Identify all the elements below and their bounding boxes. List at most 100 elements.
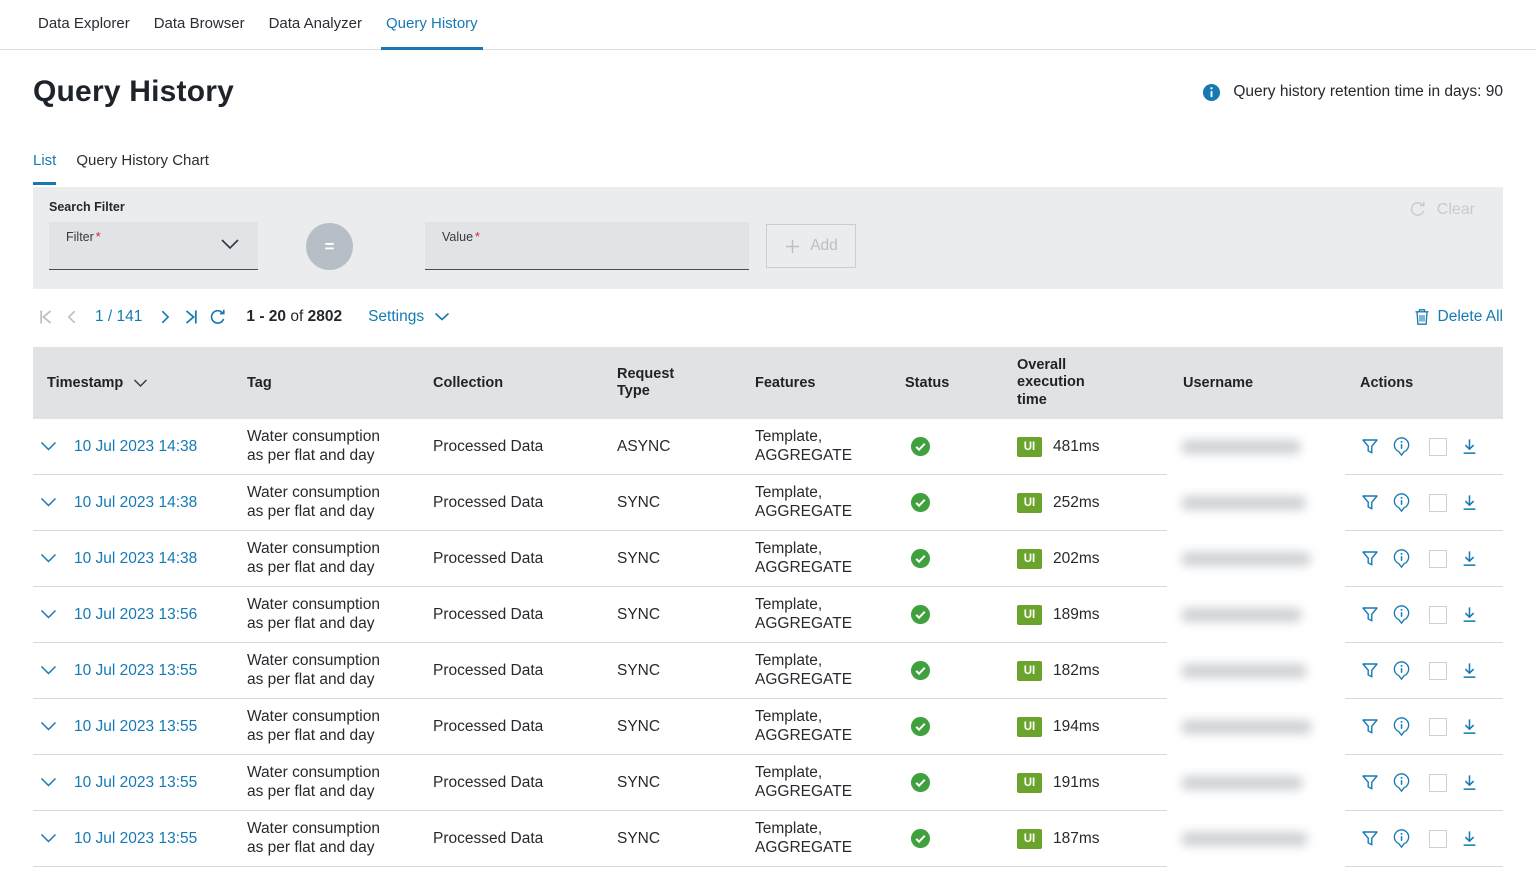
nav-tab-query-history[interactable]: Query History <box>381 0 483 50</box>
download-icon[interactable] <box>1460 773 1479 792</box>
value-input-label: Value* <box>442 230 480 244</box>
row-expander-chevron-icon[interactable] <box>40 609 57 620</box>
reload-icon[interactable] <box>204 304 230 330</box>
filter-select[interactable]: Filter* <box>49 222 258 270</box>
request-type-cell: SYNC <box>617 830 755 848</box>
filter-funnel-icon[interactable] <box>1360 773 1380 793</box>
filter-funnel-icon[interactable] <box>1360 829 1380 849</box>
nav-tab-data-browser[interactable]: Data Browser <box>149 0 250 50</box>
add-filter-button[interactable]: Add <box>766 224 856 268</box>
info-balloon-icon[interactable] <box>1391 436 1412 457</box>
filter-funnel-icon[interactable] <box>1360 717 1380 737</box>
tag-cell: Water consumption as per flat and day <box>247 708 382 745</box>
row-expander-chevron-icon[interactable] <box>40 441 57 452</box>
username-blurred-text <box>1181 496 1306 510</box>
filter-funnel-icon[interactable] <box>1360 661 1380 681</box>
filter-select-label: Filter* <box>66 230 101 244</box>
timestamp-link[interactable]: 10 Jul 2023 13:55 <box>74 774 197 792</box>
info-balloon-icon[interactable] <box>1391 604 1412 625</box>
username-blurred-text <box>1181 720 1312 734</box>
delete-all-button[interactable]: Delete All <box>1414 308 1503 326</box>
info-balloon-icon[interactable] <box>1391 772 1412 793</box>
required-asterisk: * <box>475 230 480 244</box>
status-success-icon <box>910 604 1007 625</box>
nav-tab-data-explorer[interactable]: Data Explorer <box>33 0 135 50</box>
status-success-icon <box>910 548 1007 569</box>
execution-time: 202ms <box>1053 550 1100 568</box>
timestamp-link[interactable]: 10 Jul 2023 13:55 <box>74 830 197 848</box>
search-filter-panel: Search Filter Filter* = Value* Add <box>33 187 1503 289</box>
status-success-icon <box>910 436 1007 457</box>
features-cell: Template, AGGREGATE <box>755 428 865 465</box>
last-page-button[interactable] <box>178 304 204 330</box>
row-checkbox[interactable] <box>1429 438 1447 456</box>
features-cell: Template, AGGREGATE <box>755 708 865 745</box>
info-balloon-icon[interactable] <box>1391 716 1412 737</box>
previous-page-button[interactable] <box>59 304 85 330</box>
execution-time: 252ms <box>1053 494 1100 512</box>
row-checkbox[interactable] <box>1429 606 1447 624</box>
row-checkbox[interactable] <box>1429 774 1447 792</box>
operator-equals-chip[interactable]: = <box>306 223 353 270</box>
nav-tab-data-analyzer[interactable]: Data Analyzer <box>264 0 367 50</box>
query-history-page: Data Explorer Data Browser Data Analyzer… <box>0 0 1536 872</box>
timestamp-link[interactable]: 10 Jul 2023 13:55 <box>74 718 197 736</box>
request-type-cell: SYNC <box>617 774 755 792</box>
timestamp-link[interactable]: 10 Jul 2023 13:56 <box>74 606 197 624</box>
tab-list[interactable]: List <box>33 152 56 185</box>
info-balloon-icon[interactable] <box>1391 548 1412 569</box>
top-navigation: Data Explorer Data Browser Data Analyzer… <box>0 0 1536 50</box>
query-history-table: Timestamp Tag Collection Request Type Fe… <box>33 347 1503 867</box>
row-expander-chevron-icon[interactable] <box>40 497 57 508</box>
filter-funnel-icon[interactable] <box>1360 437 1380 457</box>
download-icon[interactable] <box>1460 493 1479 512</box>
ui-badge: UI <box>1017 661 1042 681</box>
row-checkbox[interactable] <box>1429 662 1447 680</box>
filter-funnel-icon[interactable] <box>1360 493 1380 513</box>
status-success-icon <box>910 772 1007 793</box>
info-balloon-icon[interactable] <box>1391 660 1412 681</box>
row-expander-chevron-icon[interactable] <box>40 665 57 676</box>
column-header-timestamp[interactable]: Timestamp <box>33 375 247 391</box>
download-icon[interactable] <box>1460 549 1479 568</box>
clear-filter-button[interactable]: Clear <box>1408 200 1475 219</box>
first-page-button[interactable] <box>33 304 59 330</box>
row-expander-chevron-icon[interactable] <box>40 833 57 844</box>
settings-button[interactable]: Settings <box>368 308 450 326</box>
value-input[interactable]: Value* <box>425 222 749 270</box>
row-checkbox[interactable] <box>1429 494 1447 512</box>
retention-note-text: Query history retention time in days: 90 <box>1233 83 1503 101</box>
pagination: 1 / 141 1 - 20 of 2802 Settings <box>33 304 450 330</box>
timestamp-link[interactable]: 10 Jul 2023 14:38 <box>74 550 197 568</box>
row-expander-chevron-icon[interactable] <box>40 553 57 564</box>
filter-funnel-icon[interactable] <box>1360 605 1380 625</box>
status-success-icon <box>910 716 1007 737</box>
tab-query-history-chart[interactable]: Query History Chart <box>76 152 209 185</box>
page-header: Query History Query history retention ti… <box>33 70 1503 114</box>
tag-cell: Water consumption as per flat and day <box>247 652 382 689</box>
row-checkbox[interactable] <box>1429 718 1447 736</box>
info-balloon-icon[interactable] <box>1391 828 1412 849</box>
result-range: 1 - 20 of 2802 <box>246 308 342 326</box>
timestamp-link[interactable]: 10 Jul 2023 14:38 <box>74 438 197 456</box>
download-icon[interactable] <box>1460 605 1479 624</box>
column-header-features: Features <box>755 375 905 391</box>
features-cell: Template, AGGREGATE <box>755 484 865 521</box>
row-expander-chevron-icon[interactable] <box>40 777 57 788</box>
tag-cell: Water consumption as per flat and day <box>247 820 382 857</box>
download-icon[interactable] <box>1460 661 1479 680</box>
next-page-button[interactable] <box>152 304 178 330</box>
filter-funnel-icon[interactable] <box>1360 549 1380 569</box>
execution-time: 191ms <box>1053 774 1100 792</box>
row-checkbox[interactable] <box>1429 550 1447 568</box>
timestamp-link[interactable]: 10 Jul 2023 14:38 <box>74 494 197 512</box>
download-icon[interactable] <box>1460 717 1479 736</box>
download-icon[interactable] <box>1460 829 1479 848</box>
execution-time: 189ms <box>1053 606 1100 624</box>
row-checkbox[interactable] <box>1429 830 1447 848</box>
tag-cell: Water consumption as per flat and day <box>247 764 382 801</box>
download-icon[interactable] <box>1460 437 1479 456</box>
info-balloon-icon[interactable] <box>1391 492 1412 513</box>
row-expander-chevron-icon[interactable] <box>40 721 57 732</box>
timestamp-link[interactable]: 10 Jul 2023 13:55 <box>74 662 197 680</box>
